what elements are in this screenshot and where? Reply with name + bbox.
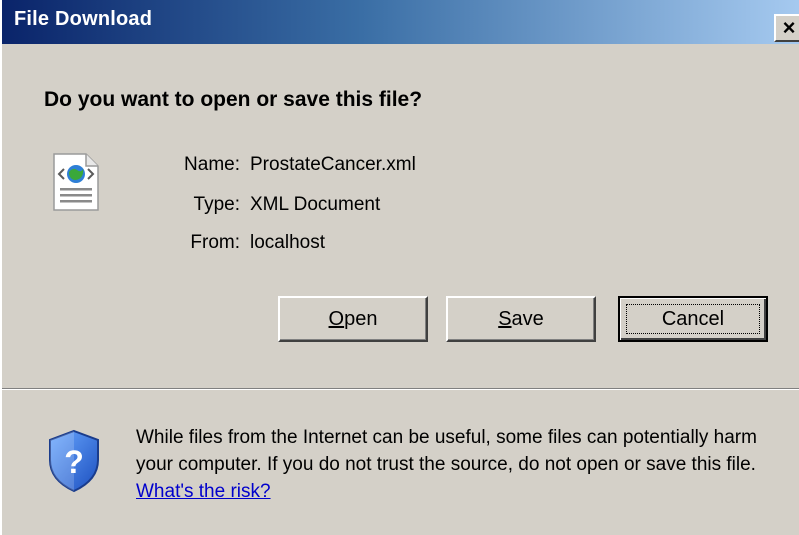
close-icon: × — [782, 15, 796, 40]
close-button[interactable]: × — [774, 14, 799, 42]
whats-the-risk-link[interactable]: What's the risk? — [136, 481, 271, 502]
shield-question-icon: ? — [49, 429, 99, 493]
save-button[interactable]: Save — [446, 296, 596, 342]
name-label: Name: — [184, 154, 240, 175]
open-button-label: Open — [328, 307, 378, 330]
file-from-value: localhost — [250, 232, 325, 253]
type-label: Type: — [193, 194, 240, 215]
cancel-button[interactable]: Cancel — [618, 296, 768, 342]
security-warning: While files from the Internet can be use… — [136, 424, 786, 505]
from-label: From: — [190, 232, 240, 253]
svg-text:?: ? — [64, 444, 84, 480]
open-button[interactable]: Open — [278, 296, 428, 342]
save-button-label: Save — [498, 307, 544, 330]
focus-ring — [626, 304, 760, 334]
xml-document-icon — [53, 153, 99, 211]
prompt-question: Do you want to open or save this file? — [44, 88, 423, 111]
window-title: File Download — [14, 8, 153, 30]
file-name-value: ProstateCancer.xml — [250, 154, 416, 175]
file-type-value: XML Document — [250, 194, 381, 215]
separator — [2, 388, 799, 390]
file-download-dialog: File Download × Do you want to open or s… — [0, 0, 799, 535]
title-bar[interactable]: File Download × — [2, 0, 799, 44]
warning-text: While files from the Internet can be use… — [136, 427, 757, 475]
